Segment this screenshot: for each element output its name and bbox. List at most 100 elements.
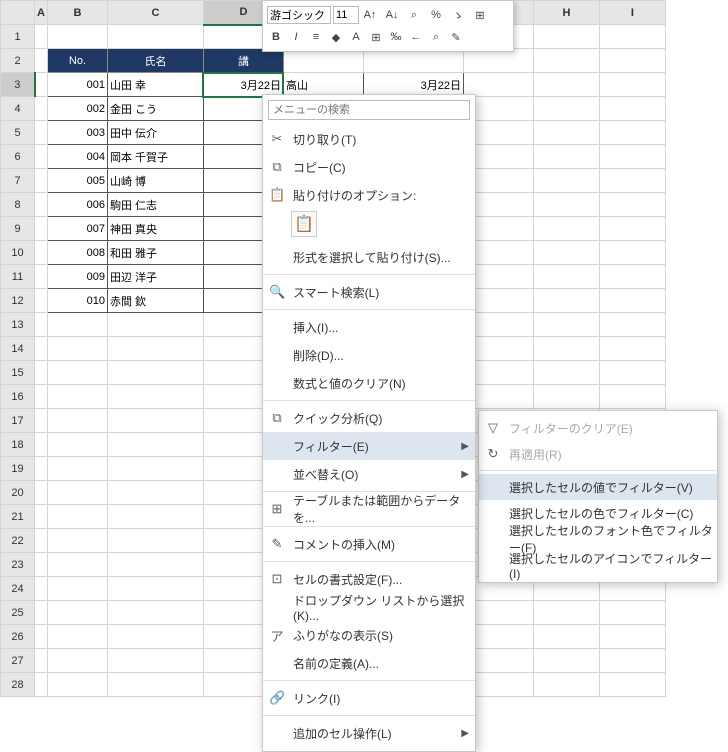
- cell-I27[interactable]: [599, 649, 665, 673]
- row-header-27[interactable]: 27: [1, 649, 35, 673]
- cell-I28[interactable]: [599, 673, 665, 697]
- row-header-10[interactable]: 10: [1, 241, 35, 265]
- toolbar-btn[interactable]: ←: [407, 28, 425, 46]
- cell-C23[interactable]: [107, 553, 203, 577]
- row-header-18[interactable]: 18: [1, 433, 35, 457]
- cell-I2[interactable]: [599, 49, 665, 73]
- cell-C25[interactable]: [107, 601, 203, 625]
- cell-C22[interactable]: [107, 529, 203, 553]
- cell-H7[interactable]: [533, 169, 599, 193]
- cell-B1[interactable]: [47, 25, 107, 49]
- cell-C8[interactable]: 駒田 仁志: [107, 193, 203, 217]
- cell-I26[interactable]: [599, 625, 665, 649]
- row-header-1[interactable]: 1: [1, 25, 35, 49]
- menu-item[interactable]: ⧉クイック分析(Q): [263, 404, 475, 432]
- cell-H2[interactable]: [533, 49, 599, 73]
- cell-A26[interactable]: [35, 625, 48, 649]
- row-header-5[interactable]: 5: [1, 121, 35, 145]
- cell-B25[interactable]: [47, 601, 107, 625]
- cell-H1[interactable]: [533, 25, 599, 49]
- cell-B2[interactable]: No.: [47, 49, 107, 73]
- cell-C14[interactable]: [107, 337, 203, 361]
- cell-H6[interactable]: [533, 145, 599, 169]
- cell-A1[interactable]: [35, 25, 48, 49]
- cell-I1[interactable]: [599, 25, 665, 49]
- row-header-9[interactable]: 9: [1, 217, 35, 241]
- cell-A3[interactable]: [35, 73, 48, 97]
- cell-C10[interactable]: 和田 雅子: [107, 241, 203, 265]
- cell-H11[interactable]: [533, 265, 599, 289]
- row-header-13[interactable]: 13: [1, 313, 35, 337]
- cell-C13[interactable]: [107, 313, 203, 337]
- cell-H10[interactable]: [533, 241, 599, 265]
- cell-I8[interactable]: [599, 193, 665, 217]
- cell-B28[interactable]: [47, 673, 107, 697]
- cell-B3[interactable]: 001: [47, 73, 107, 97]
- cell-A22[interactable]: [35, 529, 48, 553]
- cell-I11[interactable]: [599, 265, 665, 289]
- menu-item[interactable]: ⧉コピー(C): [263, 153, 475, 181]
- menu-item[interactable]: 挿入(I)...: [263, 313, 475, 341]
- cell-I25[interactable]: [599, 601, 665, 625]
- row-header-24[interactable]: 24: [1, 577, 35, 601]
- col-header-C[interactable]: C: [107, 1, 203, 25]
- cell-A16[interactable]: [35, 385, 48, 409]
- cell-C6[interactable]: 岡本 千賀子: [107, 145, 203, 169]
- cell-H27[interactable]: [533, 649, 599, 673]
- cell-A7[interactable]: [35, 169, 48, 193]
- cell-C26[interactable]: [107, 625, 203, 649]
- cell-A15[interactable]: [35, 361, 48, 385]
- row-header-15[interactable]: 15: [1, 361, 35, 385]
- submenu-item[interactable]: 選択したセルの値でフィルター(V): [479, 474, 717, 500]
- submenu-item[interactable]: 選択したセルのフォント色でフィルター(F): [479, 526, 717, 552]
- toolbar-btn[interactable]: ゝ: [449, 6, 467, 24]
- cell-A8[interactable]: [35, 193, 48, 217]
- cell-A25[interactable]: [35, 601, 48, 625]
- cell-A4[interactable]: [35, 97, 48, 121]
- toolbar-btn[interactable]: ✎: [447, 28, 465, 46]
- row-header-8[interactable]: 8: [1, 193, 35, 217]
- cell-I13[interactable]: [599, 313, 665, 337]
- cell-B22[interactable]: [47, 529, 107, 553]
- cell-C3[interactable]: 山田 幸: [107, 73, 203, 97]
- cell-B26[interactable]: [47, 625, 107, 649]
- cell-I15[interactable]: [599, 361, 665, 385]
- cell-A2[interactable]: [35, 49, 48, 73]
- cell-A11[interactable]: [35, 265, 48, 289]
- cell-H9[interactable]: [533, 217, 599, 241]
- cell-I9[interactable]: [599, 217, 665, 241]
- toolbar-btn[interactable]: ‰: [387, 28, 405, 46]
- row-header-20[interactable]: 20: [1, 481, 35, 505]
- row-header-3[interactable]: 3: [1, 73, 35, 97]
- cell-I7[interactable]: [599, 169, 665, 193]
- row-header-21[interactable]: 21: [1, 505, 35, 529]
- cell-I10[interactable]: [599, 241, 665, 265]
- cell-H16[interactable]: [533, 385, 599, 409]
- cell-C24[interactable]: [107, 577, 203, 601]
- menu-item[interactable]: ⊞テーブルまたは範囲からデータを...: [263, 495, 475, 523]
- cell-B17[interactable]: [47, 409, 107, 433]
- cell-C21[interactable]: [107, 505, 203, 529]
- toolbar-btn[interactable]: ⌕: [405, 6, 423, 24]
- cell-A13[interactable]: [35, 313, 48, 337]
- toolbar-btn[interactable]: ⌕: [427, 28, 445, 46]
- cell-A23[interactable]: [35, 553, 48, 577]
- row-header-28[interactable]: 28: [1, 673, 35, 697]
- cell-I5[interactable]: [599, 121, 665, 145]
- cell-C20[interactable]: [107, 481, 203, 505]
- cell-B21[interactable]: [47, 505, 107, 529]
- cell-F2[interactable]: [363, 49, 463, 73]
- cell-C5[interactable]: 田中 伝介: [107, 121, 203, 145]
- cell-C11[interactable]: 田辺 洋子: [107, 265, 203, 289]
- row-header-11[interactable]: 11: [1, 265, 35, 289]
- menu-item[interactable]: フィルター(E)▶: [263, 432, 475, 460]
- cell-C7[interactable]: 山崎 博: [107, 169, 203, 193]
- cell-B13[interactable]: [47, 313, 107, 337]
- cell-B4[interactable]: 002: [47, 97, 107, 121]
- cell-B15[interactable]: [47, 361, 107, 385]
- cell-B5[interactable]: 003: [47, 121, 107, 145]
- cell-A18[interactable]: [35, 433, 48, 457]
- menu-item[interactable]: 削除(D)...: [263, 341, 475, 369]
- menu-item[interactable]: ✂切り取り(T): [263, 125, 475, 153]
- cell-E3[interactable]: 高山: [283, 73, 363, 97]
